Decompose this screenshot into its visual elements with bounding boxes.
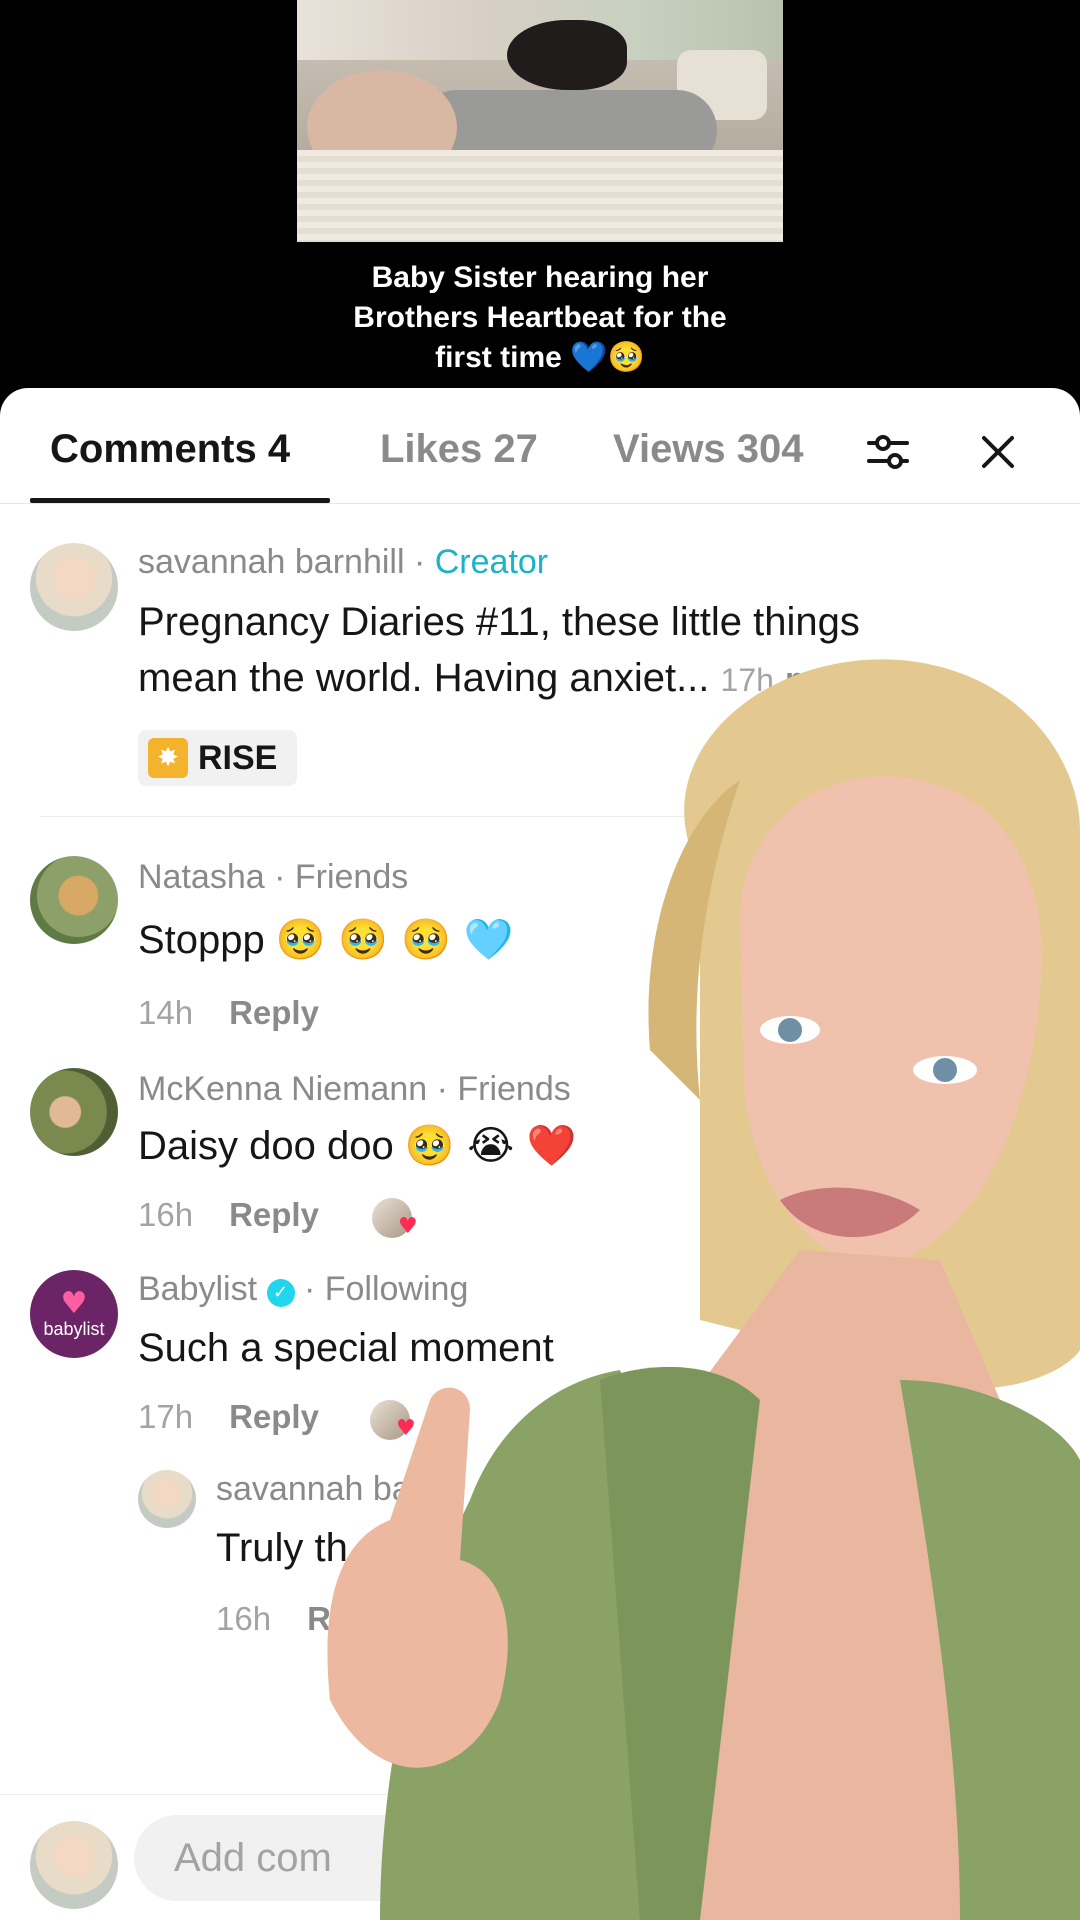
meta-separator: · [404, 543, 435, 581]
filter-sliders-icon[interactable] [860, 424, 916, 480]
babylist-heart-icon: ♥ [60, 1286, 88, 1321]
video-caption: Baby Sister hearing her Brothers Heartbe… [290, 258, 790, 378]
close-icon[interactable] [970, 424, 1026, 480]
sparkle-icon: ✸ [148, 738, 188, 778]
caption-line-2: Brothers Heartbeat for the [353, 301, 727, 334]
comment-time: 17h [720, 662, 774, 698]
comment-input-bar [0, 1794, 1080, 1920]
add-comment-field[interactable] [134, 1815, 1034, 1901]
comment-3-meta: McKenna Niemann · Friends [138, 1070, 571, 1109]
comment-1-text: Pregnancy Diaries #11, these little thin… [138, 594, 1058, 708]
relation-tag: · Friends [264, 858, 409, 896]
heart-icon: ♥ [398, 1214, 418, 1239]
heart-icon: ♥ [396, 1416, 416, 1441]
reply-button[interactable]: Reply [229, 994, 319, 1031]
comment-time: 16h [138, 1196, 194, 1233]
comment-time: 17h [138, 1398, 194, 1435]
comment-time: 14h [138, 994, 194, 1031]
comment-text-line-2: mean the world. Having anxiet... 17h mor… [138, 650, 1058, 708]
reply-button[interactable]: Reply [229, 1196, 319, 1233]
comment-2-text: Stoppp 🥹 🥹 🥹 🩵 [138, 912, 513, 968]
reply-actions: 16h R [216, 1600, 331, 1638]
comment-author[interactable]: Babylist [138, 1270, 257, 1308]
avatar[interactable] [30, 1068, 118, 1156]
relation-tag: · Friends [427, 1070, 571, 1108]
comment-time: 16h [216, 1600, 272, 1637]
caption-emoji: 💙🥹 [570, 340, 645, 375]
more-button[interactable]: more [785, 661, 868, 699]
verified-icon: ✓ [266, 1279, 295, 1307]
comment-author[interactable]: savannah barnl [216, 1470, 449, 1508]
reply-button[interactable]: Reply [229, 1398, 319, 1435]
caption-line-3-text: first time [435, 341, 562, 374]
relation-tag: · Following [294, 1270, 469, 1308]
reply-text: Truly th [216, 1526, 348, 1570]
comment-emoji: 🥹 😭 ❤️ [404, 1123, 577, 1169]
thumbnail-couch [297, 150, 783, 242]
comment-3-actions: 16h Reply [138, 1196, 319, 1234]
comment-text: Daisy doo doo [138, 1124, 394, 1168]
divider [40, 816, 1040, 817]
creator-tag: Creator [434, 543, 549, 581]
comments-sheet: Comments 4 Likes 27 Views 304 savannah b… [0, 388, 1080, 1920]
reply-button[interactable]: R [307, 1600, 331, 1637]
avatar[interactable] [30, 856, 118, 944]
babylist-logo-text: babylist [43, 1319, 105, 1339]
comment-text: Stoppp [138, 918, 265, 962]
add-comment-input[interactable] [134, 1815, 1034, 1901]
rise-badge-label: RISE [198, 738, 278, 777]
comment-4-meta: Babylist ✓ · Following [138, 1270, 468, 1309]
video-thumbnail[interactable] [297, 0, 783, 242]
tab-views[interactable]: Views 304 [613, 424, 804, 474]
comment-2-meta: Natasha · Friends [138, 858, 408, 897]
sheet-tabs: Comments 4 Likes 27 Views 304 [0, 388, 1080, 504]
comment-text-line-1: Pregnancy Diaries #11, these little thin… [138, 600, 860, 644]
comment-3-text: Daisy doo doo 🥹 😭 ❤️ [138, 1118, 577, 1174]
tab-likes[interactable]: Likes 27 [380, 424, 538, 474]
tab-comments[interactable]: Comments 4 [50, 424, 290, 474]
comment-author[interactable]: savannah barnhill [138, 543, 405, 581]
comment-1-meta: savannah barnhill · Creator [138, 543, 548, 582]
comment-author[interactable]: McKenna Niemann [138, 1070, 427, 1108]
comment-author[interactable]: Natasha [138, 858, 265, 896]
thumbnail-dog [507, 20, 627, 90]
tab-active-underline [30, 498, 330, 503]
caption-line-1: Baby Sister hearing her [371, 261, 709, 294]
caption-line-3: first time 💙🥹 [290, 338, 790, 378]
avatar[interactable] [30, 1821, 118, 1909]
video-preview[interactable]: Baby Sister hearing her Brothers Heartbe… [0, 0, 1080, 400]
comment-2-actions: 14h Reply [138, 994, 319, 1032]
avatar[interactable] [30, 543, 118, 631]
reply-meta: savannah barnl [216, 1470, 449, 1509]
avatar[interactable]: ♥ babylist [30, 1270, 118, 1358]
comment-4-text: Such a special moment [138, 1326, 554, 1370]
comment-4-actions: 17h Reply [138, 1398, 319, 1436]
avatar[interactable] [138, 1470, 196, 1528]
comment-text-line-2-content: mean the world. Having anxiet... [138, 656, 710, 700]
comment-emoji: 🥹 🥹 🥹 🩵 [275, 917, 514, 963]
rise-badge[interactable]: ✸ RISE [138, 730, 298, 786]
